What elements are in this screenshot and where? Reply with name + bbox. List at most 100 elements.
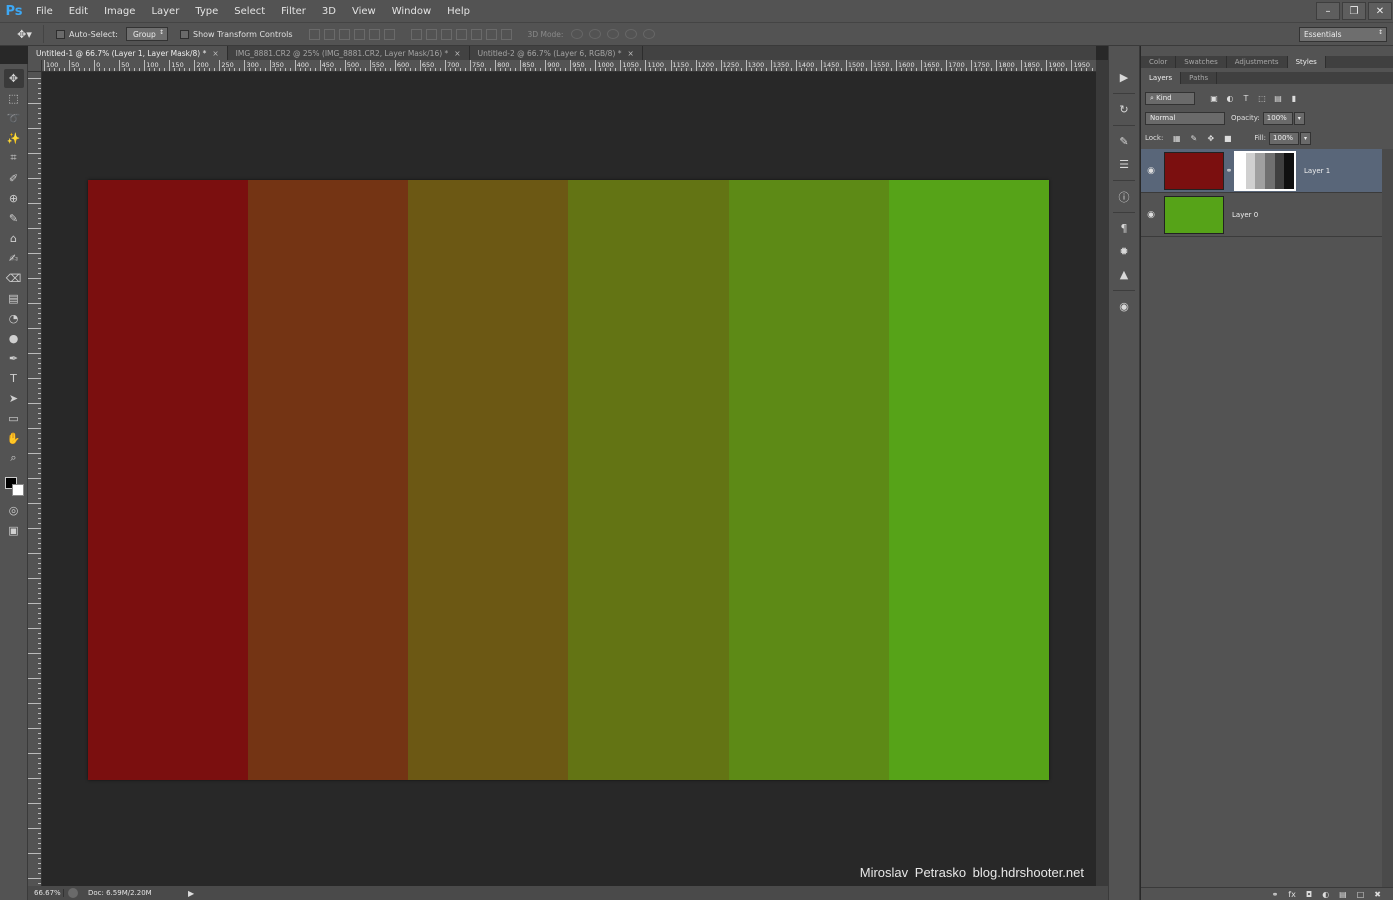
- minimize-button[interactable]: –: [1316, 2, 1340, 20]
- navigator-icon[interactable]: ✹: [1114, 242, 1134, 262]
- distribute-vcenter-icon[interactable]: [425, 28, 437, 40]
- histogram-icon[interactable]: ▲: [1114, 265, 1134, 285]
- menu-image[interactable]: Image: [96, 6, 143, 17]
- menu-window[interactable]: Window: [384, 6, 439, 17]
- layers-scrollbar[interactable]: [1382, 149, 1393, 887]
- eraser-tool-icon[interactable]: ⌫: [4, 269, 24, 288]
- properties-icon[interactable]: ☰: [1114, 155, 1134, 175]
- vertical-ruler[interactable]: [28, 72, 42, 886]
- history-icon[interactable]: ↻: [1114, 100, 1134, 120]
- document-tab[interactable]: Untitled-2 @ 66.7% (Layer 6, RGB/8) * ×: [470, 46, 643, 60]
- dodge-tool-icon[interactable]: ●: [4, 329, 24, 348]
- tab-close-icon[interactable]: ×: [212, 49, 218, 58]
- lock-all-icon[interactable]: ■: [1223, 134, 1232, 143]
- auto-select-checkbox[interactable]: [56, 29, 65, 39]
- align-hcenter-icon[interactable]: [368, 28, 380, 40]
- lock-position-icon[interactable]: ✥: [1206, 134, 1215, 143]
- path-select-tool-icon[interactable]: ➤: [4, 389, 24, 408]
- brush-tool-icon[interactable]: ✎: [4, 209, 24, 228]
- layer-row[interactable]: ◉ ⚭ Layer 1: [1141, 149, 1382, 193]
- restore-button[interactable]: ❐: [1342, 2, 1366, 20]
- folder-icon[interactable]: ▤: [1339, 890, 1347, 899]
- auto-select-option[interactable]: Auto-Select:: [56, 29, 118, 39]
- 3d-rotate-icon[interactable]: [571, 29, 584, 39]
- document-canvas[interactable]: [88, 180, 1049, 780]
- menu-3d[interactable]: 3D: [314, 6, 344, 17]
- layer-thumbnail[interactable]: [1164, 151, 1224, 190]
- gradient-tool-icon[interactable]: ▤: [4, 289, 24, 308]
- quick-mask-icon[interactable]: ◎: [4, 501, 24, 520]
- distribute-top-icon[interactable]: [410, 28, 422, 40]
- align-bottom-icon[interactable]: [338, 28, 350, 40]
- status-info-icon[interactable]: [68, 888, 78, 898]
- panel-tab-adjustments[interactable]: Adjustments: [1227, 56, 1288, 68]
- move-tool-icon[interactable]: ✥: [3, 68, 24, 88]
- blend-mode-dropdown[interactable]: Normal: [1145, 111, 1225, 125]
- info-icon[interactable]: ⓘ: [1114, 187, 1134, 207]
- opacity-slider-toggle-icon[interactable]: ▾: [1293, 111, 1305, 125]
- fx-icon[interactable]: fx: [1288, 890, 1296, 899]
- menu-select[interactable]: Select: [226, 6, 273, 17]
- menu-view[interactable]: View: [344, 6, 384, 17]
- lock-transparent-icon[interactable]: ▦: [1172, 134, 1181, 143]
- menu-file[interactable]: File: [28, 6, 61, 17]
- fill-field[interactable]: 100%: [1269, 131, 1300, 145]
- brush-presets-icon[interactable]: ✎: [1114, 132, 1134, 152]
- filter-kind-dropdown[interactable]: ⌕ Kind: [1145, 91, 1195, 105]
- filter-type-icon[interactable]: T: [1241, 93, 1251, 103]
- tab-close-icon[interactable]: ×: [628, 49, 634, 58]
- align-right-icon[interactable]: [383, 28, 395, 40]
- character-icon[interactable]: ¶: [1114, 219, 1134, 239]
- align-left-icon[interactable]: [353, 28, 365, 40]
- panel-tab-styles[interactable]: Styles: [1287, 56, 1326, 68]
- lasso-tool-icon[interactable]: ➰: [4, 109, 24, 128]
- crop-tool-icon[interactable]: ⌗: [4, 149, 24, 168]
- zoom-tool-icon[interactable]: ⌕: [4, 449, 24, 468]
- show-transform-checkbox[interactable]: [179, 29, 189, 39]
- panel-tab-paths[interactable]: Paths: [1181, 72, 1218, 84]
- horizontal-ruler[interactable]: 100 50 0 50 100 150 200 250 300 350 400 450 500 550 60…: [42, 60, 1096, 72]
- filter-toggle-icon[interactable]: ▮: [1289, 93, 1299, 103]
- auto-align-icon[interactable]: [500, 28, 512, 40]
- distribute-left-icon[interactable]: [455, 28, 467, 40]
- distribute-bottom-icon[interactable]: [440, 28, 452, 40]
- filter-pixel-icon[interactable]: ▣: [1209, 93, 1219, 103]
- rectangle-tool-icon[interactable]: ▭: [4, 409, 24, 428]
- link-icon[interactable]: ⚭: [1272, 890, 1279, 899]
- layer-name[interactable]: Layer 0: [1232, 211, 1258, 219]
- distribute-hcenter-icon[interactable]: [470, 28, 482, 40]
- filter-smart-object-icon[interactable]: ▤: [1273, 93, 1283, 103]
- zoom-level[interactable]: 66.67%: [28, 889, 64, 897]
- eyedropper-tool-icon[interactable]: ✐: [4, 169, 24, 188]
- marquee-tool-icon[interactable]: ⬚: [4, 89, 24, 108]
- pen-tool-icon[interactable]: ✒: [4, 349, 24, 368]
- status-menu-arrow-icon[interactable]: ▶: [188, 889, 194, 898]
- 3d-scale-icon[interactable]: [643, 29, 656, 39]
- tab-close-icon[interactable]: ×: [454, 49, 460, 58]
- show-transform-option[interactable]: Show Transform Controls: [179, 29, 293, 39]
- menu-help[interactable]: Help: [439, 6, 478, 17]
- close-button[interactable]: ✕: [1368, 2, 1392, 20]
- menu-type[interactable]: Type: [187, 6, 226, 17]
- visibility-eye-icon[interactable]: ◉: [1141, 210, 1161, 220]
- channels-icon[interactable]: ◉: [1114, 297, 1134, 317]
- auto-select-target-dropdown[interactable]: Group ↕: [125, 27, 168, 41]
- menu-edit[interactable]: Edit: [61, 6, 96, 17]
- filter-shape-icon[interactable]: ⬚: [1257, 93, 1267, 103]
- layer-mask-thumbnail[interactable]: [1234, 150, 1296, 191]
- canvas-area[interactable]: Miroslav Petrasko blog.hdrshooter.net: [42, 72, 1096, 886]
- hand-tool-icon[interactable]: ✋: [4, 429, 24, 448]
- history-brush-tool-icon[interactable]: ✍: [4, 249, 24, 268]
- menu-filter[interactable]: Filter: [273, 6, 314, 17]
- mask-link-icon[interactable]: ⚭: [1224, 166, 1234, 175]
- align-vcenter-icon[interactable]: [323, 28, 335, 40]
- ruler-origin[interactable]: [28, 60, 42, 72]
- layer-name[interactable]: Layer 1: [1304, 167, 1330, 175]
- workspace-dropdown[interactable]: Essentials ↕: [1299, 27, 1387, 42]
- lock-image-icon[interactable]: ✎: [1189, 134, 1198, 143]
- layer-row[interactable]: ◉ Layer 0: [1141, 193, 1382, 237]
- quick-select-tool-icon[interactable]: ✨: [4, 129, 24, 148]
- visibility-eye-icon[interactable]: ◉: [1141, 166, 1161, 176]
- new-layer-icon[interactable]: □: [1357, 890, 1365, 899]
- background-color-swatch[interactable]: [11, 484, 24, 496]
